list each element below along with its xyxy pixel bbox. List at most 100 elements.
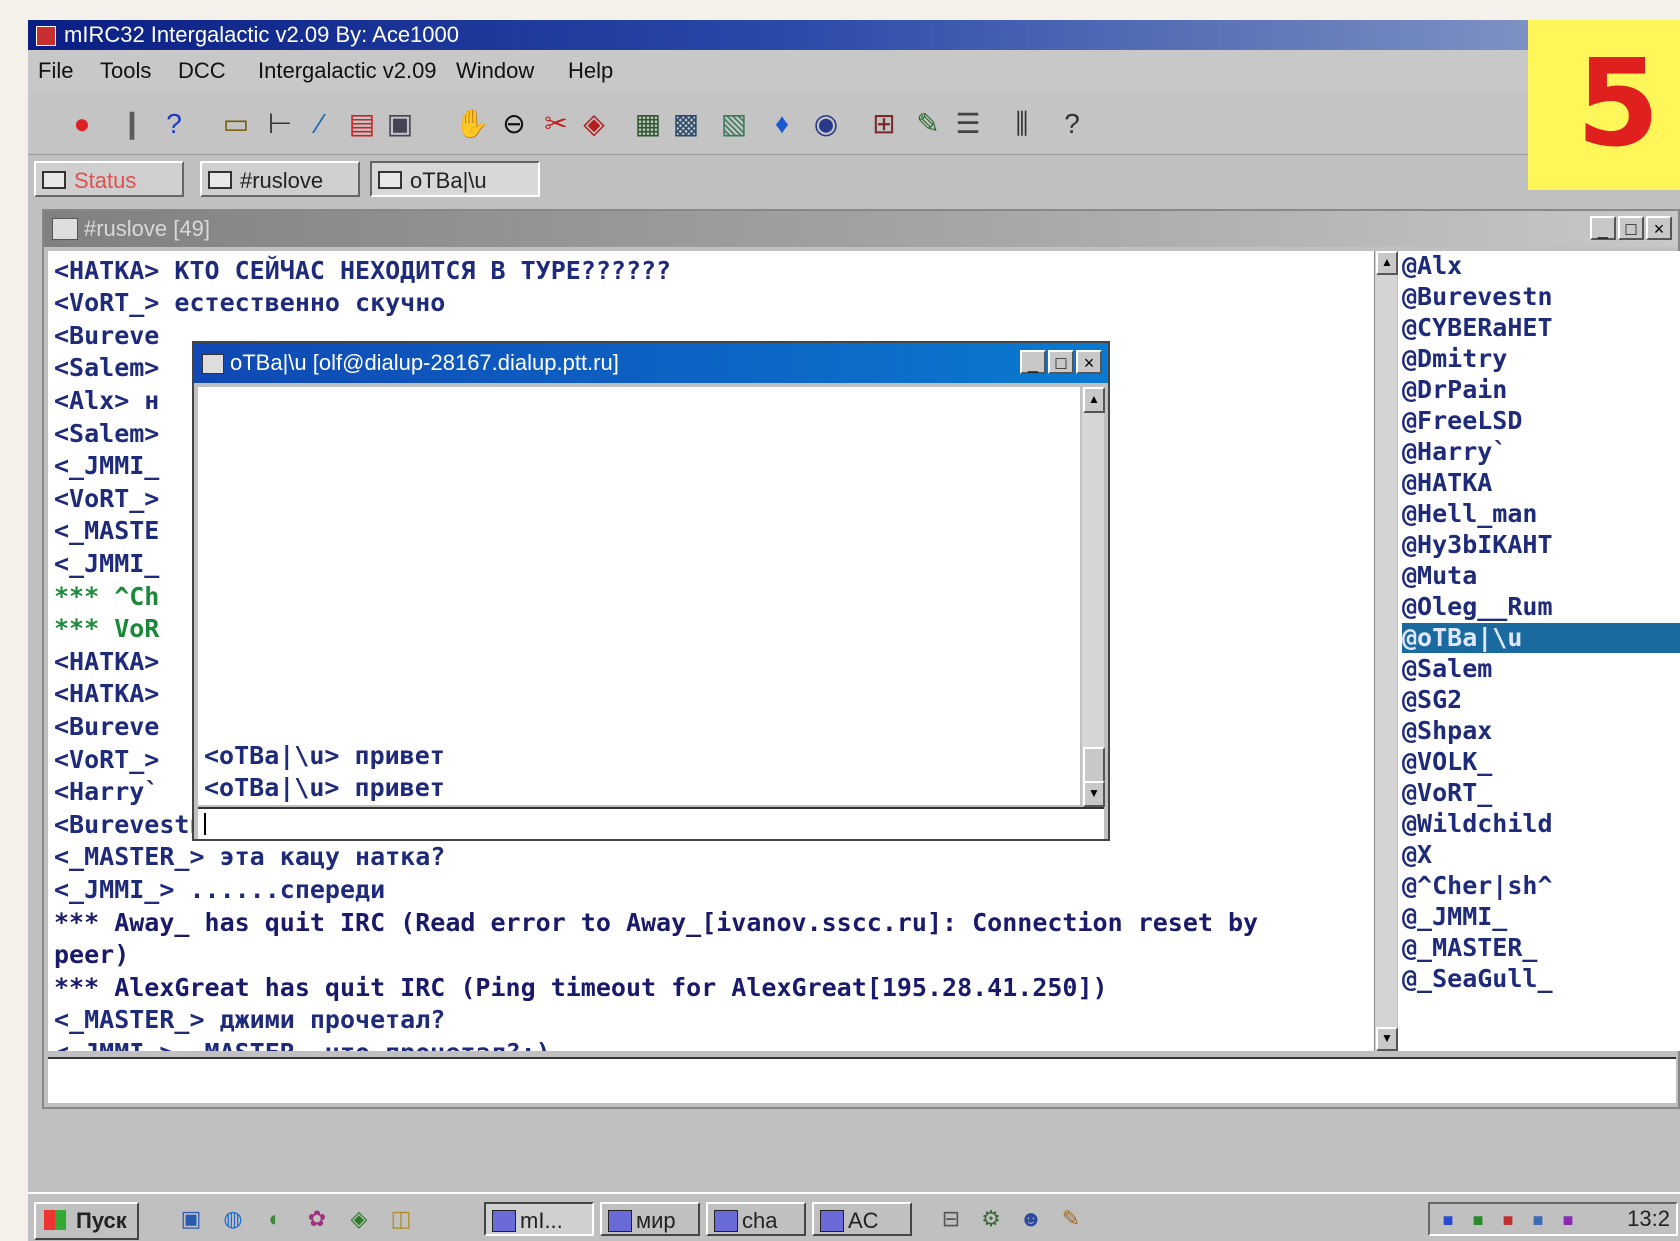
equalizer-icon[interactable]: ⫼ — [1006, 108, 1038, 140]
nick-item[interactable]: @Burevestn — [1402, 282, 1680, 312]
pencil-icon[interactable]: ✎ — [912, 108, 944, 140]
close-button[interactable]: × — [1076, 350, 1102, 374]
query-title-bar[interactable]: oTBa|\u [olf@dialup-28167.dialup.ptt.ru]… — [194, 343, 1108, 383]
split-icon[interactable]: ✂ — [540, 108, 572, 140]
nick-item[interactable]: @SG2 — [1402, 685, 1680, 715]
folder-icon[interactable]: ◫ — [388, 1206, 414, 1232]
chat-scrollbar[interactable]: ▲ ▼ — [1374, 251, 1398, 1051]
minimize-button[interactable]: _ — [1020, 350, 1046, 374]
task-button-mirc[interactable]: mI... — [484, 1202, 594, 1236]
paint-icon[interactable]: ✎ — [1058, 1206, 1084, 1232]
tray-app1-icon[interactable]: ■ — [1438, 1210, 1458, 1230]
menu-tools[interactable]: Tools — [100, 58, 151, 84]
query-scrollbar[interactable]: ▲ ▼ — [1082, 387, 1105, 807]
stop-icon[interactable]: ⊖ — [498, 108, 530, 140]
task-button-mir[interactable]: мир — [600, 1202, 700, 1236]
nick-item[interactable]: @CYBERaHET — [1402, 313, 1680, 343]
help-icon[interactable]: ? — [158, 108, 190, 140]
menu-intergalactic[interactable]: Intergalactic v2.09 — [258, 58, 437, 84]
menu-dcc[interactable]: DCC — [178, 58, 226, 84]
nick-list[interactable]: @Alx @Burevestn @CYBERaHET @Dmitry @DrPain @F… — [1398, 251, 1680, 1051]
maximize-button[interactable]: □ — [1618, 216, 1644, 240]
task-button-ac[interactable]: AC — [812, 1202, 912, 1236]
query-window: oTBa|\u [olf@dialup-28167.dialup.ptt.ru]… — [192, 341, 1110, 841]
channel-title-bar[interactable]: #ruslove [49] _ □ × — [44, 211, 1678, 247]
nick-item[interactable]: @Salem — [1402, 654, 1680, 684]
nick-item[interactable]: @_JMMI_ — [1402, 902, 1680, 932]
nick-item[interactable]: @VOLK_ — [1402, 747, 1680, 777]
nick-item[interactable]: @Hell_man — [1402, 499, 1680, 529]
nick-item[interactable]: @Harry` — [1402, 437, 1680, 467]
scroll-down-arrow-icon[interactable]: ▼ — [1083, 781, 1105, 807]
nick-item[interactable]: @Wildchild — [1402, 809, 1680, 839]
toolbar: ● ❙? ▭ ⊢ ⁄ ▤ ▣ ✋ ⊖ ✂ ◈ ▦ ▩ ▧ ♦ ◉ ⊞ ✎ ☰ ⫼? — [28, 92, 1680, 155]
nick-item[interactable]: @Hy3bIKAHT — [1402, 530, 1680, 560]
grid-icon[interactable]: ▦ — [632, 108, 664, 140]
globe-icon[interactable]: ◉ — [810, 108, 842, 140]
menu-help[interactable]: Help — [568, 58, 613, 84]
drive-icon[interactable]: ⊟ — [938, 1206, 964, 1232]
maximize-button[interactable]: □ — [1048, 350, 1074, 374]
tray-app4-icon[interactable]: ■ — [1528, 1210, 1548, 1230]
nick-item[interactable]: @VoRT_ — [1402, 778, 1680, 808]
scroll-up-arrow-icon[interactable]: ▲ — [1376, 251, 1398, 275]
switch-tab-query[interactable]: oTBa|\u — [370, 161, 540, 197]
list-icon[interactable]: ☰ — [952, 108, 984, 140]
nick-item[interactable]: @Muta — [1402, 561, 1680, 591]
nick-item[interactable]: @^Cher|sh^ — [1402, 871, 1680, 901]
nick-item[interactable]: @Alx — [1402, 251, 1680, 281]
query-log[interactable]: <oTBa|\u> привет <oTBa|\u> привет — [198, 387, 1080, 805]
question-icon[interactable]: ? — [1056, 108, 1088, 140]
outlook-icon[interactable]: ◐ — [262, 1206, 288, 1232]
scroll-down-arrow-icon[interactable]: ▼ — [1376, 1027, 1398, 1051]
address-book-icon[interactable]: ▤ — [346, 108, 378, 140]
script-icon[interactable]: ⁄ — [304, 108, 336, 140]
people-icon[interactable]: ☻ — [1018, 1206, 1044, 1232]
tray-app5-icon[interactable]: ■ — [1558, 1210, 1578, 1230]
desktop-icon[interactable]: ▣ — [178, 1206, 204, 1232]
nick-item[interactable]: @oTBa|\u — [1402, 623, 1680, 653]
channels-icon[interactable]: ▭ — [220, 108, 252, 140]
query-input[interactable] — [198, 807, 1104, 839]
nick-item[interactable]: @Oleg__Rum — [1402, 592, 1680, 622]
app-title-bar[interactable]: mIRC32 Intergalactic v2.09 By: Ace1000 — [28, 20, 1680, 50]
close-button[interactable]: × — [1646, 216, 1672, 240]
tree-icon[interactable]: ⊢ — [264, 108, 296, 140]
eraser-icon[interactable]: ◈ — [578, 108, 610, 140]
nick-item[interactable]: @Dmitry — [1402, 344, 1680, 374]
switch-tab-ruslove[interactable]: #ruslove — [200, 161, 360, 197]
start-button[interactable]: Пуск — [34, 1202, 139, 1240]
ie-icon[interactable]: ◍ — [220, 1206, 246, 1232]
pin-icon[interactable]: ♦ — [766, 108, 798, 140]
nick-item[interactable]: @HATKA — [1402, 468, 1680, 498]
chat-line: <Alx> н — [54, 386, 160, 415]
tray-app2-icon[interactable]: ■ — [1468, 1210, 1488, 1230]
switch-tab-status[interactable]: Status — [34, 161, 184, 197]
window-icon[interactable]: ▩ — [670, 108, 702, 140]
menu-file[interactable]: File — [38, 58, 73, 84]
mirc-app-icon — [492, 1210, 516, 1232]
channel-input[interactable] — [48, 1057, 1676, 1103]
nick-item[interactable]: @X — [1402, 840, 1680, 870]
image-icon[interactable]: ▧ — [718, 108, 750, 140]
channels-icon[interactable]: ✿ — [304, 1206, 330, 1232]
nick-item[interactable]: @DrPain — [1402, 375, 1680, 405]
nick-item[interactable]: @_SeaGull_ — [1402, 964, 1680, 994]
nick-item[interactable]: @FreeLSD — [1402, 406, 1680, 436]
menu-window[interactable]: Window — [456, 58, 534, 84]
media-icon[interactable]: ◈ — [346, 1206, 372, 1232]
table-icon[interactable]: ⊞ — [868, 108, 900, 140]
tray-app3-icon[interactable]: ■ — [1498, 1210, 1518, 1230]
notify-icon[interactable]: ▣ — [384, 108, 416, 140]
chat-line: <Salem> — [54, 418, 160, 448]
nick-item[interactable]: @_MASTER_ — [1402, 933, 1680, 963]
nick-item[interactable]: @Shpax — [1402, 716, 1680, 746]
hand-icon[interactable]: ✋ — [455, 108, 490, 140]
minimize-button[interactable]: _ — [1590, 216, 1616, 240]
network-icon[interactable]: ⚙ — [978, 1206, 1004, 1232]
scroll-up-arrow-icon[interactable]: ▲ — [1083, 387, 1105, 413]
connect-icon[interactable]: ● — [66, 108, 98, 140]
task-button-cha[interactable]: cha — [706, 1202, 806, 1236]
chat-line: <_JMMI_> _MASTER_ что прочетал?:) — [54, 1038, 551, 1051]
options-icon[interactable]: ❙ — [116, 108, 148, 140]
